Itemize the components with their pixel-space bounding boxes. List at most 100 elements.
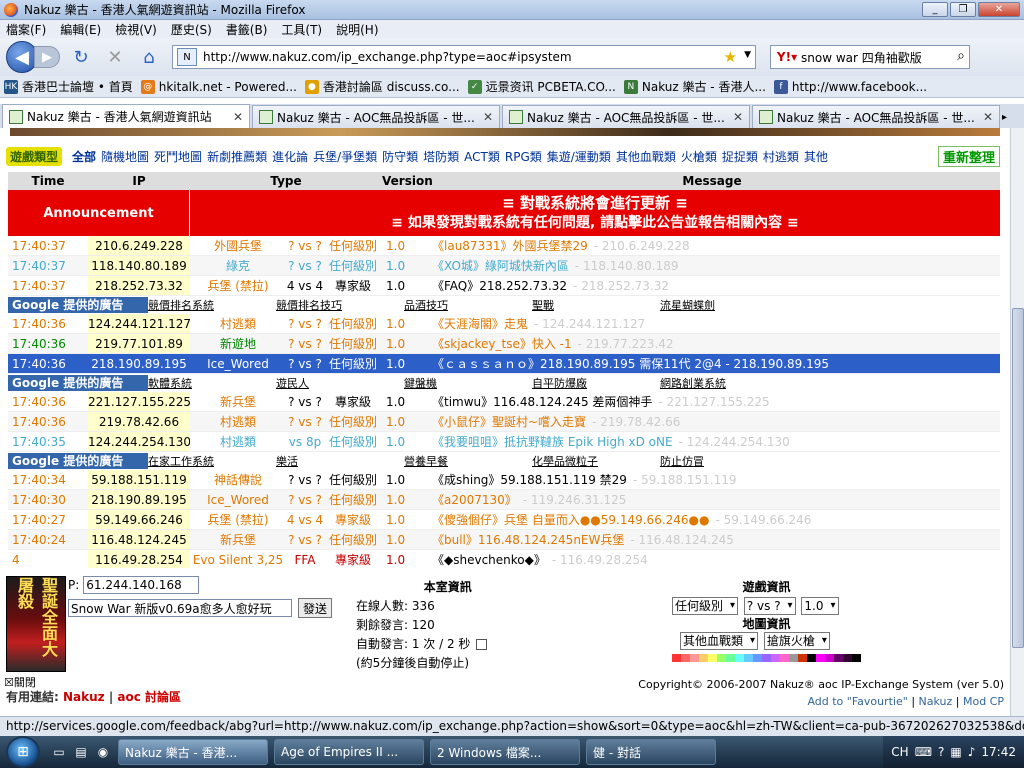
announcement-text[interactable]: ≡ 對戰系統將會進行更新 ≡ ≡ 如果發現對戰系統有任何問題, 請點擊此公告並報… <box>190 190 1000 236</box>
ip-input[interactable] <box>83 576 200 594</box>
table-row[interactable]: 17:40:36 218.190.89.195 Ice_Wored? vs ? 任何級… <box>8 354 1000 374</box>
table-row[interactable]: 17:40:36 221.127.155.225 新兵堡 ? vs ? 專家級 1.0 《t… <box>8 392 1000 412</box>
tab-3[interactable]: Nakuz 樂古 - AOC無品投訴區 - 世... ✕ <box>502 105 750 128</box>
ad-link[interactable]: 營養早餐 <box>404 453 532 469</box>
modcp-link[interactable]: Mod CP <box>963 695 1004 708</box>
palette-swatch[interactable] <box>816 654 825 662</box>
row-message[interactable]: 《◆shevchenko◆》 - 116.49.28.254 <box>424 550 1000 569</box>
table-row[interactable]: 17:40:36 219.77.101.89 新遊地 ? vs ? 任何級別 1.0 《sk… <box>8 334 1000 354</box>
palette-swatch[interactable] <box>852 654 861 662</box>
palette-swatch[interactable] <box>717 654 726 662</box>
ad-link[interactable]: 競價排名系統 <box>148 297 276 313</box>
menu-file[interactable]: 檔案(F) <box>6 21 46 38</box>
palette-swatch[interactable] <box>690 654 699 662</box>
firefox-quick-icon[interactable]: ◉ <box>94 743 112 761</box>
palette-swatch[interactable] <box>672 654 681 662</box>
tab-close-icon[interactable]: ✕ <box>983 110 993 124</box>
menu-help[interactable]: 說明(H) <box>336 21 378 38</box>
maximize-button[interactable]: ❐ <box>950 2 976 17</box>
palette-swatch[interactable] <box>708 654 717 662</box>
bookmark-item[interactable]: @ hkitalk.net - Powered... <box>140 79 297 94</box>
game-type-link[interactable]: 隨機地圖 <box>101 148 149 165</box>
task-chat[interactable]: 健 - 對話 <box>586 739 716 765</box>
ad-label[interactable]: Google 提供的廣告 <box>8 375 148 391</box>
row-message[interactable]: 《XO城》綠阿城快新內區 - 118.140.80.189 <box>424 256 1000 275</box>
menu-bookmarks[interactable]: 書籤(B) <box>226 21 268 38</box>
game-type-link[interactable]: 塔防類 <box>423 148 459 165</box>
add-favourite-link[interactable]: Add to "Favourtie" <box>807 695 907 708</box>
palette-swatch[interactable] <box>780 654 789 662</box>
row-message[interactable]: 《skjackey_tse》快入 -1- 219.77.223.42 <box>424 334 1000 353</box>
bookmark-item[interactable]: HK 香港巴士論壇 • 首頁 <box>4 78 133 95</box>
bookmark-item[interactable]: f http://www.facebook... <box>773 79 927 94</box>
row-message[interactable]: 《lau87331》外國兵堡禁29- 210.6.249.228 <box>424 236 1000 255</box>
table-row[interactable]: 4 116.49.28.254 Evo Silent 3,25 FFA 專家級 1.0 《◆… <box>8 550 1000 570</box>
game-type-link[interactable]: 其他 <box>804 148 828 165</box>
nakuz-footer-link[interactable]: Nakuz <box>919 695 953 708</box>
ad-link[interactable]: 遊民人 <box>276 375 404 391</box>
table-row[interactable]: 17:40:36 124.244.121.127 村逃類 ? vs ? 任何級別 1.0 《… <box>8 314 1000 334</box>
network-icon[interactable]: ▦ <box>950 745 961 759</box>
game-type-link[interactable]: 進化論 <box>272 148 308 165</box>
tab-close-icon[interactable]: ✕ <box>483 110 493 124</box>
row-message[interactable]: 《傻強個仔》兵堡 自量而入●●59.149.66.246●● - 59.149.6… <box>424 510 1000 529</box>
game-type-link[interactable]: 村逃類 <box>763 148 799 165</box>
game-type-link[interactable]: 死鬥地圖 <box>154 148 202 165</box>
game-type-link[interactable]: 防守類 <box>382 148 418 165</box>
bookmark-item[interactable]: ● 香港討論區 discuss.co... <box>304 78 460 95</box>
close-button[interactable]: ✕ <box>978 2 1020 17</box>
game-type-link[interactable]: RPG類 <box>505 148 542 165</box>
tab-2[interactable]: Nakuz 樂古 - AOC無品投訴區 - 世... ✕ <box>252 105 500 128</box>
palette-swatch[interactable] <box>735 654 744 662</box>
palette-swatch[interactable] <box>789 654 798 662</box>
tabs-overflow-icon[interactable]: ▸ <box>1002 106 1016 128</box>
table-row[interactable]: 17:40:36 219.78.42.66 村逃類 ? vs ? 任何級別 1.0 《小鼠仔… <box>8 412 1000 432</box>
home-icon[interactable]: ⌂ <box>136 44 162 70</box>
game-type-link[interactable]: 捉捉類 <box>722 148 758 165</box>
bookmark-star-icon[interactable]: ★ <box>724 48 737 66</box>
ime-icon[interactable]: ⌨ <box>915 745 932 759</box>
tab-1[interactable]: Nakuz 樂古 - 香港人氣網遊資訊站 ✕ <box>2 104 250 128</box>
game-type-link[interactable]: ACT類 <box>464 148 500 165</box>
start-button[interactable]: ⊞ <box>6 736 40 768</box>
nakuz-link[interactable]: Nakuz <box>63 690 105 704</box>
table-row[interactable]: 17:40:37 118.140.80.189 綠克 ? vs ? 任何級別 1.0 《XO… <box>8 256 1000 276</box>
ad-link[interactable]: 化學品微粒子 <box>532 453 660 469</box>
yahoo-search-icon[interactable]: Y!▾ <box>773 48 801 66</box>
scrollbar-thumb[interactable] <box>1012 308 1024 648</box>
palette-swatch[interactable] <box>699 654 708 662</box>
ad-link[interactable]: 樂活 <box>276 453 404 469</box>
palette-swatch[interactable] <box>843 654 852 662</box>
ad-link[interactable]: 在家工作系統 <box>148 453 276 469</box>
menu-view[interactable]: 檢視(V) <box>115 21 157 38</box>
palette-swatch[interactable] <box>681 654 690 662</box>
team-select[interactable]: ? vs ? <box>743 597 796 615</box>
ad-link[interactable]: 自平防爆廠 <box>532 375 660 391</box>
table-row[interactable]: 17:40:37 218.252.73.32 兵堡 (禁拉) 4 vs 4 專家級 1.0… <box>8 276 1000 296</box>
palette-swatch[interactable] <box>771 654 780 662</box>
level-select[interactable]: 任何級別 <box>672 597 739 615</box>
palette-swatch[interactable] <box>798 654 807 662</box>
game-type-link[interactable]: 集遊/運動類 <box>547 148 611 165</box>
menu-tools[interactable]: 工具(T) <box>281 21 322 38</box>
version-select[interactable]: 1.0 <box>801 597 839 615</box>
row-message[interactable]: 《a2007130》 - 119.246.31.125 <box>424 490 1000 509</box>
game-type-link[interactable]: 兵堡/爭堡類 <box>313 148 377 165</box>
task-aoe[interactable]: Age of Empires II ... <box>274 739 424 765</box>
search-bar[interactable]: Y!▾ snow war 四角袖歡版 ⌕ <box>770 45 970 69</box>
clock[interactable]: 17:42 <box>981 745 1016 759</box>
reload-icon[interactable]: ↻ <box>68 44 94 70</box>
row-message[interactable]: 《天涯海閣》走鬼 - 124.244.121.127 <box>424 314 1000 333</box>
palette-swatch[interactable] <box>726 654 735 662</box>
announcement-row[interactable]: Announcement ≡ 對戰系統將會進行更新 ≡ ≡ 如果發現對戰系統有任… <box>8 190 1000 236</box>
game-type-link[interactable]: 新劇推薦類 <box>207 148 267 165</box>
ad-link[interactable]: 軟體系統 <box>148 375 276 391</box>
map-select[interactable]: 搶旗火槍 <box>763 632 830 650</box>
ad-link[interactable]: 聖戰 <box>532 297 660 313</box>
search-go-icon[interactable]: ⌕ <box>957 48 965 64</box>
tab-close-icon[interactable]: ✕ <box>233 110 243 124</box>
bookmark-item[interactable]: N Nakuz 樂古 - 香港人... <box>623 78 766 95</box>
tab-4[interactable]: Nakuz 樂古 - AOC無品投訴區 - 世... ✕ <box>752 105 1000 128</box>
tab-close-icon[interactable]: ✕ <box>733 110 743 124</box>
auto-post-checkbox[interactable] <box>476 639 488 650</box>
